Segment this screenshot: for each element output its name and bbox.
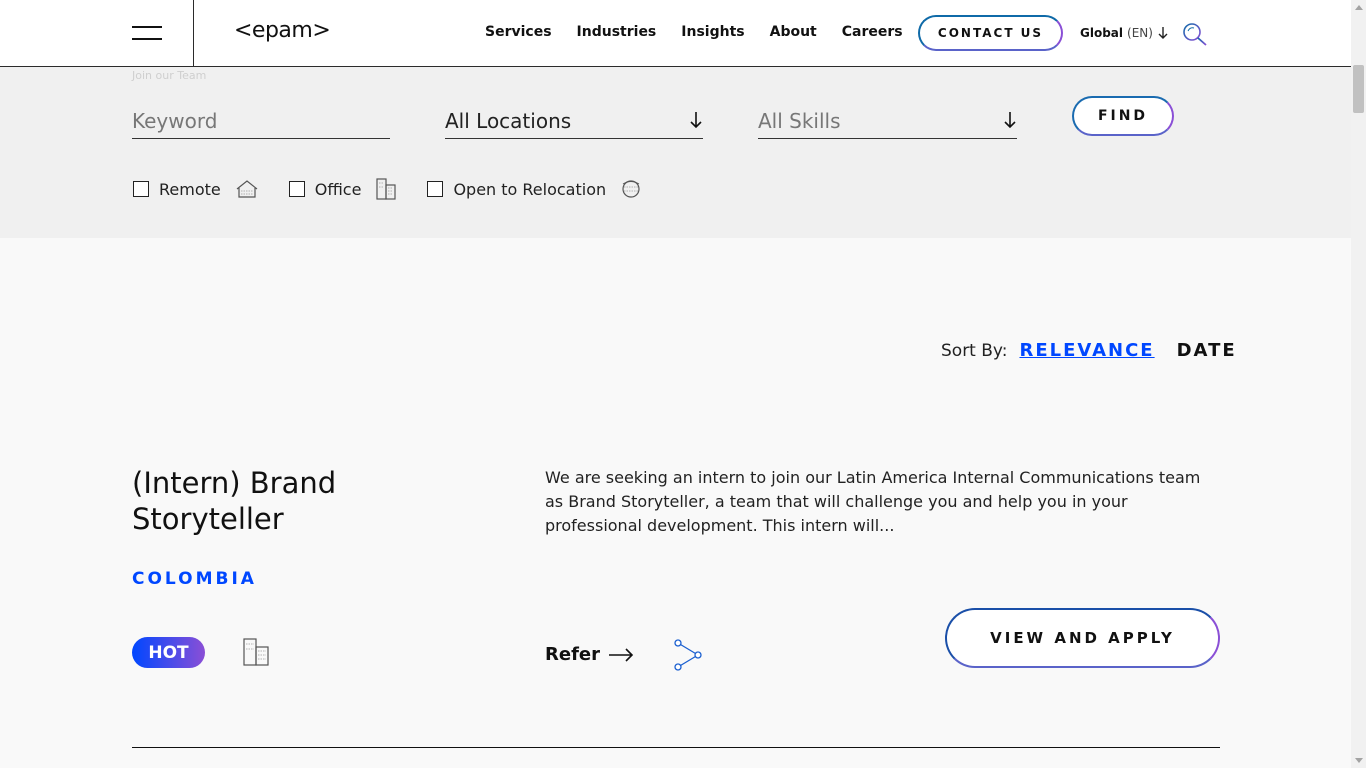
keyword-input[interactable]: Keyword <box>132 105 390 139</box>
scroll-down-icon[interactable] <box>1355 758 1363 763</box>
region-lang: (EN) <box>1127 26 1153 40</box>
nav-careers[interactable]: Careers <box>842 24 903 40</box>
header-divider <box>193 0 194 66</box>
work-type-filters: Remote Office Open to Relocation <box>133 177 672 201</box>
nav-industries[interactable]: Industries <box>577 24 657 40</box>
relocation-checkbox[interactable]: Open to Relocation <box>427 179 642 199</box>
sort-date-link[interactable]: DATE <box>1177 340 1237 361</box>
share-icon[interactable] <box>673 639 703 671</box>
office-checkbox[interactable]: Office <box>288 177 398 201</box>
checkbox-label: Office <box>314 179 362 199</box>
checkbox-box[interactable] <box>133 181 149 197</box>
chevron-down-icon <box>690 112 702 129</box>
remote-checkbox[interactable]: Remote <box>133 179 259 199</box>
refer-link[interactable]: Refer <box>545 644 634 665</box>
page-scrollbar[interactable] <box>1351 0 1366 768</box>
region-selector[interactable]: Global (EN) <box>1080 26 1169 40</box>
location-value: All Locations <box>445 109 572 133</box>
checkbox-box[interactable] <box>288 181 305 197</box>
chevron-down-icon <box>1158 27 1168 39</box>
region-label: Global <box>1080 26 1124 40</box>
job-search-filters: Join our Team Keyword All Locations All … <box>0 67 1351 238</box>
refer-label: Refer <box>545 644 600 665</box>
arrow-right-icon <box>608 647 634 662</box>
epam-logo[interactable]: <epam> <box>234 18 331 43</box>
checkbox-box[interactable] <box>427 181 444 197</box>
hot-badge: HOT <box>132 637 205 668</box>
skills-placeholder: All Skills <box>758 109 841 133</box>
sort-label: Sort By: <box>941 341 1008 361</box>
job-description: We are seeking an intern to join our Lat… <box>545 468 1201 535</box>
scroll-up-icon[interactable] <box>1355 5 1363 10</box>
building-icon <box>376 178 397 200</box>
skills-select[interactable]: All Skills <box>758 105 1017 139</box>
nav-services[interactable]: Services <box>485 24 552 40</box>
checkbox-label: Open to Relocation <box>453 179 607 199</box>
find-button[interactable]: FIND <box>1072 96 1174 136</box>
relocation-icon <box>622 180 640 198</box>
contact-us-button[interactable]: CONTACT US <box>918 15 1063 51</box>
sort-relevance-link[interactable]: RELEVANCE <box>1019 340 1154 361</box>
search-icon[interactable] <box>1182 22 1208 46</box>
nav-about[interactable]: About <box>770 24 817 40</box>
job-title[interactable]: (Intern) Brand Storyteller <box>132 465 492 537</box>
job-location: COLOMBIA <box>132 569 257 589</box>
sort-controls: Sort By: RELEVANCE DATE <box>941 340 1237 361</box>
job-divider <box>132 747 1220 748</box>
chevron-down-icon <box>1004 112 1016 129</box>
main-nav: Services Industries Insights About Caree… <box>485 24 928 40</box>
scroll-thumb[interactable] <box>1353 65 1364 113</box>
home-icon <box>236 180 258 198</box>
building-icon <box>243 638 269 666</box>
site-header: <epam> Services Industries Insights Abou… <box>0 0 1351 67</box>
menu-icon[interactable] <box>132 26 162 40</box>
breadcrumb[interactable]: Join our Team <box>132 69 206 82</box>
checkbox-label: Remote <box>159 179 221 199</box>
view-and-apply-button[interactable]: VIEW AND APPLY <box>945 608 1220 668</box>
keyword-placeholder: Keyword <box>132 109 218 133</box>
location-select[interactable]: All Locations <box>445 105 703 139</box>
nav-insights[interactable]: Insights <box>681 24 744 40</box>
